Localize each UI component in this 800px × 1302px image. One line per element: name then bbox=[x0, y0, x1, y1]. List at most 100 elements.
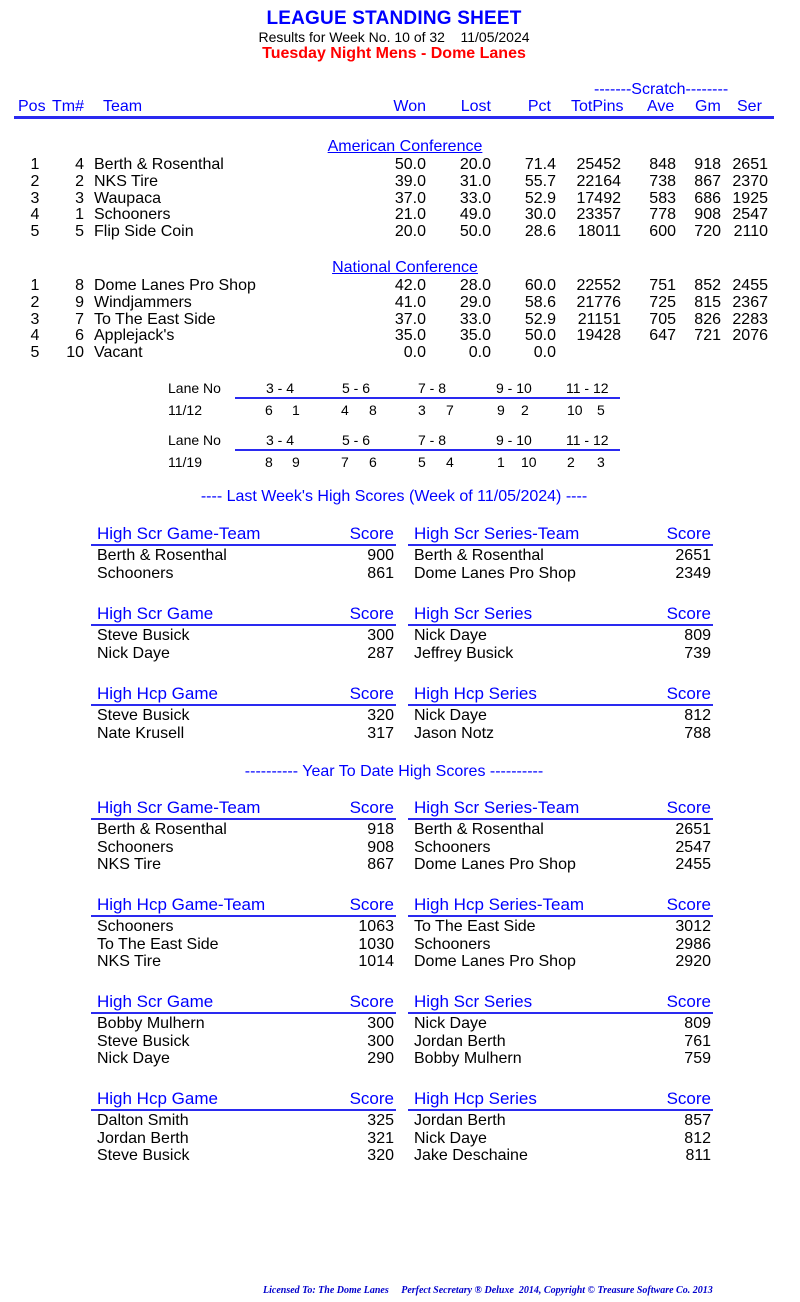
entry-score: 2986 bbox=[675, 935, 711, 953]
high-score-entry: Jeffrey Busick 739 bbox=[408, 644, 713, 662]
cell-won: 35.0 bbox=[394, 327, 426, 345]
box-header: High Hcp Game-Team Score bbox=[91, 895, 396, 915]
cell-lost: 31.0 bbox=[459, 172, 491, 190]
box-header: High Hcp Series-Team Score bbox=[408, 895, 713, 915]
entry-name: NKS Tire bbox=[97, 856, 162, 873]
entry-score: 320 bbox=[367, 707, 394, 724]
entry-name: Jordan Berth bbox=[414, 1112, 506, 1129]
standings-row: 5 5 Flip Side Coin 20.0 50.0 28.6 18011 600 720 2… bbox=[0, 223, 800, 240]
entry-score: 759 bbox=[684, 1050, 711, 1067]
league-name: Tuesday Night Mens - Dome Lanes bbox=[262, 45, 526, 62]
entry-name: Bobby Mulhern bbox=[97, 1015, 205, 1032]
lane-team-number: 1 bbox=[292, 402, 300, 418]
cell-team: Dome Lanes Pro Shop bbox=[94, 277, 256, 294]
entry-name: Steve Busick bbox=[97, 627, 190, 644]
cell-totpins: 19428 bbox=[576, 327, 622, 345]
entry-score: 861 bbox=[367, 564, 394, 582]
cell-team: Berth & Rosenthal bbox=[94, 156, 224, 173]
col-team: Team bbox=[103, 98, 143, 115]
high-score-entry: Schooners 908 bbox=[91, 838, 396, 856]
conference-heading: American Conference bbox=[327, 138, 483, 155]
entry-name: NKS Tire bbox=[97, 953, 162, 970]
cell-ser: 2283 bbox=[732, 310, 768, 328]
high-score-entry: Schooners 1063 bbox=[91, 917, 396, 935]
entry-score: 2920 bbox=[675, 953, 711, 970]
entry-score: 739 bbox=[684, 644, 711, 662]
high-score-box: High Hcp Series-Team Score To The East Sid… bbox=[408, 895, 713, 970]
entry-score: 1063 bbox=[358, 918, 394, 935]
entry-name: Berth & Rosenthal bbox=[414, 821, 544, 838]
entry-name: Dalton Smith bbox=[97, 1112, 189, 1129]
entry-score: 2651 bbox=[675, 547, 711, 564]
cell-pos: 3 bbox=[30, 310, 40, 328]
cell-totpins: 18011 bbox=[577, 223, 621, 241]
high-score-entry: Berth & Rosenthal 2651 bbox=[408, 820, 713, 838]
lane-team-number: 10 bbox=[567, 402, 583, 418]
cell-won: 37.0 bbox=[394, 189, 426, 207]
high-score-entry: Dome Lanes Pro Shop 2920 bbox=[408, 952, 713, 970]
box-title: High Scr Series-Team bbox=[414, 798, 580, 817]
high-score-entry: Jake Deschaine 811 bbox=[408, 1146, 713, 1164]
cell-lost: 28.0 bbox=[459, 277, 491, 294]
week-subtitle: Results for Week No. 10 of 32 11/05/2024 bbox=[258, 29, 530, 45]
box-header: High Hcp Game Score bbox=[91, 684, 396, 704]
entry-score: 1014 bbox=[358, 953, 394, 970]
cell-totpins: 22164 bbox=[576, 172, 622, 190]
high-score-entry: Schooners 2547 bbox=[408, 838, 713, 856]
lane-team-number: 8 bbox=[265, 454, 273, 470]
high-score-entry: Bobby Mulhern 300 bbox=[91, 1014, 396, 1032]
lane-pair-header: 7 - 8 bbox=[418, 380, 447, 396]
entry-score: 761 bbox=[684, 1032, 711, 1050]
cell-ser: 2076 bbox=[732, 327, 768, 345]
cell-team: To The East Side bbox=[94, 310, 216, 328]
high-score-entry: Dalton Smith 325 bbox=[91, 1111, 396, 1129]
entry-name: Nick Daye bbox=[414, 627, 487, 644]
cell-team: Flip Side Coin bbox=[94, 223, 194, 241]
box-header: High Scr Game-Team Score bbox=[91, 798, 396, 818]
col-pos: Pos bbox=[18, 98, 46, 115]
box-title: High Hcp Series bbox=[414, 684, 537, 703]
entry-name: Jeffrey Busick bbox=[414, 644, 514, 662]
lane-pair-header: 3 - 4 bbox=[266, 432, 295, 448]
entry-score: 317 bbox=[367, 724, 394, 742]
lane-team-number: 10 bbox=[521, 454, 537, 470]
cell-won: 39.0 bbox=[394, 172, 426, 190]
lane-team-number: 8 bbox=[369, 402, 377, 418]
high-score-box: High Hcp Game Score Steve Busick 320 Nate Kr… bbox=[91, 684, 396, 742]
box-title: High Scr Game-Team bbox=[97, 798, 261, 817]
box-score-label: Score bbox=[349, 992, 394, 1011]
entry-score: 3012 bbox=[675, 918, 711, 935]
cell-won: 0.0 bbox=[403, 344, 426, 362]
high-score-entry: To The East Side 3012 bbox=[408, 917, 713, 935]
cell-ave: 600 bbox=[649, 223, 676, 241]
entry-score: 287 bbox=[367, 644, 394, 662]
cell-pos: 2 bbox=[30, 172, 40, 190]
cell-ser: 2367 bbox=[732, 293, 768, 311]
lane-team-number: 7 bbox=[446, 402, 454, 418]
cell-pos: 5 bbox=[30, 223, 40, 241]
lane-team-number: 9 bbox=[292, 454, 300, 470]
col-ave: Ave bbox=[647, 98, 675, 115]
high-score-entry: Steve Busick 300 bbox=[91, 626, 396, 644]
lane-team-number: 5 bbox=[418, 454, 426, 470]
box-score-label: Score bbox=[349, 1089, 394, 1108]
high-score-entry: Nick Daye 812 bbox=[408, 706, 713, 724]
cell-team: Waupaca bbox=[94, 189, 161, 207]
entry-score: 908 bbox=[367, 838, 394, 856]
cell-pct: 0.0 bbox=[533, 344, 556, 362]
cell-lost: 33.0 bbox=[459, 189, 491, 207]
entry-name: Nate Krusell bbox=[97, 724, 185, 742]
cell-pct: 52.9 bbox=[524, 310, 556, 328]
standings-row: 4 6 Applejack's 35.0 35.0 50.0 19428 647 721 2076 bbox=[0, 327, 800, 344]
entry-name: To The East Side bbox=[414, 918, 536, 935]
cell-ave: 647 bbox=[649, 327, 676, 345]
box-score-label: Score bbox=[349, 798, 394, 817]
lane-team-number: 3 bbox=[418, 402, 426, 418]
cell-lost: 20.0 bbox=[459, 156, 491, 173]
entry-name: Steve Busick bbox=[97, 1147, 190, 1164]
box-score-label: Score bbox=[666, 992, 711, 1011]
entry-score: 2651 bbox=[675, 821, 711, 838]
high-score-entry: To The East Side 1030 bbox=[91, 935, 396, 953]
cell-gm: 852 bbox=[694, 277, 721, 294]
high-score-box: High Scr Game-Team Score Berth & Rosenthal… bbox=[91, 524, 396, 582]
